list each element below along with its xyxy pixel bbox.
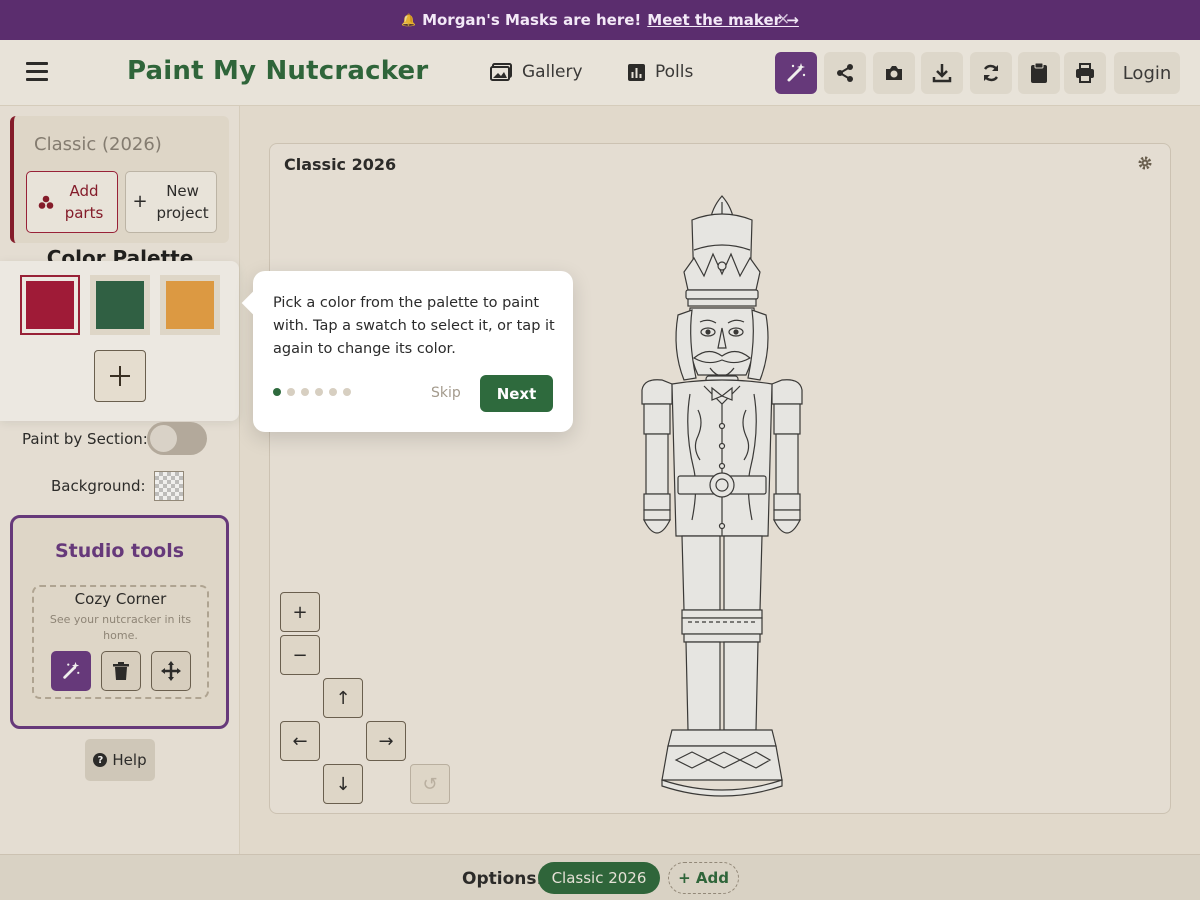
gear-icon[interactable]	[1138, 156, 1152, 170]
paint-by-section-toggle[interactable]	[147, 422, 207, 455]
step-dot	[273, 388, 281, 396]
print-icon	[1076, 63, 1094, 83]
hamburger-menu-icon[interactable]	[26, 62, 48, 82]
zoom-out-button[interactable]: −	[280, 635, 320, 675]
refresh-icon	[983, 64, 999, 82]
cozy-corner-title: Cozy Corner	[74, 590, 167, 608]
canvas-card: Classic 2026 + − ↑ ← → ↓ ↺	[269, 143, 1171, 814]
move-icon	[161, 661, 181, 681]
plus-icon	[110, 366, 130, 386]
cozy-corner-delete-button[interactable]	[101, 651, 141, 691]
add-parts-label: Add parts	[64, 182, 104, 222]
pan-right-button[interactable]: →	[366, 721, 406, 761]
pan-left-button[interactable]: ←	[280, 721, 320, 761]
announcement-bar: 🔔 Morgan's Masks are here! Meet the make…	[0, 0, 1200, 40]
help-button[interactable]: ? Help	[85, 739, 155, 781]
nav-polls-label: Polls	[655, 62, 694, 82]
pan-up-button[interactable]: ↑	[323, 678, 363, 718]
step-dot	[315, 388, 323, 396]
login-button[interactable]: Login	[1114, 52, 1180, 94]
tooltip-text: Pick a color from the palette to paint w…	[273, 295, 555, 357]
color-palette-panel	[0, 261, 239, 421]
polls-icon	[628, 63, 645, 81]
project-title: Classic (2026)	[34, 134, 162, 155]
help-icon: ?	[93, 753, 108, 767]
camera-button[interactable]	[873, 52, 915, 94]
pan-down-button[interactable]: ↓	[323, 764, 363, 804]
studio-tools-panel: Studio tools Cozy Corner See your nutcra…	[10, 515, 229, 729]
onboarding-tooltip: Pick a color from the palette to paint w…	[253, 271, 573, 432]
cozy-corner-card: Cozy Corner See your nutcracker in its h…	[32, 585, 209, 699]
background-label: Background:	[51, 477, 146, 495]
share-button[interactable]	[824, 52, 866, 94]
magic-wand-button[interactable]	[775, 52, 817, 94]
announcement-text: Morgan's Masks are here!	[422, 11, 642, 29]
swatch-fill	[166, 281, 214, 329]
clipboard-button[interactable]	[1018, 52, 1060, 94]
add-parts-button[interactable]: Add parts	[26, 171, 118, 233]
step-indicator	[273, 388, 351, 396]
canvas-title: Classic 2026	[284, 155, 397, 174]
brand-title[interactable]: Paint My Nutcracker	[127, 56, 428, 86]
top-header: Paint My Nutcracker Gallery Polls Login	[0, 40, 1200, 106]
cozy-corner-apply-button[interactable]	[51, 651, 91, 691]
toggle-knob	[150, 425, 177, 452]
step-dot	[343, 388, 351, 396]
step-dot	[329, 388, 337, 396]
cozy-corner-description: See your nutcracker in its home.	[49, 613, 192, 642]
nav-polls[interactable]: Polls	[628, 62, 693, 82]
next-button[interactable]: Next	[480, 375, 553, 412]
cozy-corner-move-button[interactable]	[151, 651, 191, 691]
step-dot	[301, 388, 309, 396]
parts-icon	[38, 195, 54, 209]
nutcracker-drawing[interactable]	[632, 190, 812, 800]
swatch-fill	[96, 281, 144, 329]
download-button[interactable]	[921, 52, 963, 94]
options-footer: Options: Classic 2026 + Add	[0, 854, 1200, 900]
bell-icon: 🔔	[401, 13, 417, 27]
download-icon	[932, 64, 952, 83]
print-button[interactable]	[1064, 52, 1106, 94]
help-label: Help	[112, 751, 147, 769]
clipboard-icon	[1031, 63, 1047, 83]
magic-wand-icon	[63, 661, 80, 679]
refresh-button[interactable]	[970, 52, 1012, 94]
swatch-crimson[interactable]	[20, 275, 80, 335]
new-project-label: New project	[156, 182, 209, 222]
nav-gallery[interactable]: Gallery	[490, 62, 583, 82]
zoom-in-button[interactable]: +	[280, 592, 320, 632]
share-icon	[837, 64, 853, 82]
magic-wand-icon	[787, 63, 806, 82]
step-dot	[287, 388, 295, 396]
paint-by-section-label: Paint by Section:	[22, 430, 148, 448]
nav-gallery-label: Gallery	[522, 62, 583, 82]
project-card: Classic (2026) Add parts + New project	[10, 116, 229, 243]
camera-icon	[886, 66, 902, 80]
plus-icon: +	[132, 191, 148, 212]
swatch-fill	[26, 281, 74, 329]
close-announcement-icon[interactable]: ×	[776, 9, 790, 29]
add-option-button[interactable]: + Add	[668, 862, 739, 894]
reset-view-button[interactable]: ↺	[410, 764, 450, 804]
new-project-button[interactable]: + New project	[125, 171, 217, 233]
options-label: Options:	[462, 869, 544, 889]
skip-button[interactable]: Skip	[431, 385, 461, 401]
studio-tools-title: Studio tools	[54, 540, 185, 562]
sidebar: Classic (2026) Add parts + New project C…	[0, 106, 240, 854]
trash-icon	[113, 662, 129, 680]
option-classic-2026-pill[interactable]: Classic 2026	[538, 862, 660, 894]
swatch-green[interactable]	[90, 275, 150, 335]
background-transparent-swatch[interactable]	[154, 471, 184, 501]
gallery-icon	[490, 63, 512, 81]
swatch-orange[interactable]	[160, 275, 220, 335]
add-color-button[interactable]	[94, 350, 146, 402]
